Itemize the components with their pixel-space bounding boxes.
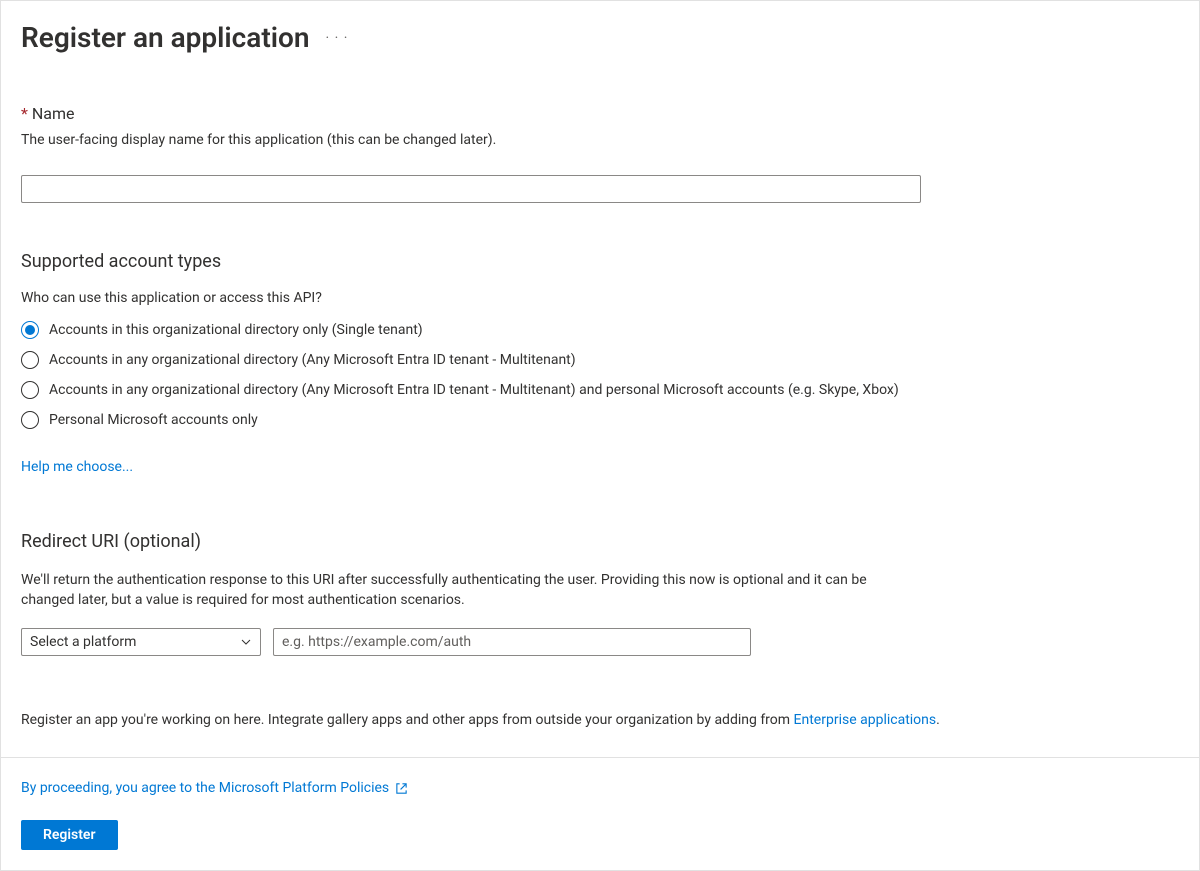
help-me-choose-link[interactable]: Help me choose...	[21, 459, 133, 475]
name-description: The user-facing display name for this ap…	[21, 131, 1179, 151]
name-label-row: *Name	[21, 104, 1179, 123]
platform-select[interactable]: Select a platform	[21, 628, 261, 656]
name-label: Name	[32, 104, 75, 123]
account-type-option-multitenant[interactable]: Accounts in any organizational directory…	[21, 350, 941, 370]
name-input[interactable]	[21, 175, 921, 203]
main-content: Register an application · · · *Name The …	[1, 1, 1199, 757]
redirect-uri-input[interactable]	[273, 628, 751, 656]
external-link-icon	[395, 782, 408, 795]
page-header: Register an application · · ·	[21, 21, 1179, 54]
name-field-group: *Name The user-facing display name for t…	[21, 104, 1179, 203]
footer: By proceeding, you agree to the Microsof…	[1, 757, 1199, 870]
radio-icon	[21, 381, 39, 399]
info-text-after: .	[936, 712, 940, 728]
page-title: Register an application	[21, 21, 310, 54]
radio-icon	[21, 321, 39, 339]
register-button[interactable]: Register	[21, 820, 118, 850]
redirect-uri-heading: Redirect URI (optional)	[21, 531, 1179, 552]
radio-label: Accounts in any organizational directory…	[49, 380, 899, 400]
radio-label: Accounts in any organizational directory…	[49, 350, 576, 370]
enterprise-applications-link[interactable]: Enterprise applications	[794, 712, 937, 728]
radio-label: Personal Microsoft accounts only	[49, 410, 258, 430]
register-application-page: Register an application · · · *Name The …	[0, 0, 1200, 871]
account-types-question: Who can use this application or access t…	[21, 290, 1179, 306]
redirect-uri-row: Select a platform	[21, 628, 1179, 656]
account-types-section: Supported account types Who can use this…	[21, 251, 1179, 475]
required-indicator: *	[21, 104, 28, 123]
more-options-icon[interactable]: · · ·	[326, 30, 349, 46]
account-types-heading: Supported account types	[21, 251, 1179, 272]
radio-label: Accounts in this organizational director…	[49, 320, 423, 340]
account-type-option-personal-only[interactable]: Personal Microsoft accounts only	[21, 410, 941, 430]
policy-link-text: By proceeding, you agree to the Microsof…	[21, 780, 389, 796]
platform-policies-link[interactable]: By proceeding, you agree to the Microsof…	[21, 780, 408, 796]
radio-icon	[21, 351, 39, 369]
redirect-uri-section: Redirect URI (optional) We'll return the…	[21, 531, 1179, 657]
redirect-uri-description: We'll return the authentication response…	[21, 570, 921, 611]
account-type-option-multitenant-personal[interactable]: Accounts in any organizational directory…	[21, 380, 941, 400]
account-types-radio-group: Accounts in this organizational director…	[21, 320, 1179, 431]
account-type-option-single-tenant[interactable]: Accounts in this organizational director…	[21, 320, 941, 340]
info-text-before: Register an app you're working on here. …	[21, 712, 794, 728]
platform-select-value: Select a platform	[30, 634, 136, 650]
chevron-down-icon	[240, 636, 252, 648]
radio-icon	[21, 411, 39, 429]
enterprise-apps-info: Register an app you're working on here. …	[21, 712, 1179, 728]
